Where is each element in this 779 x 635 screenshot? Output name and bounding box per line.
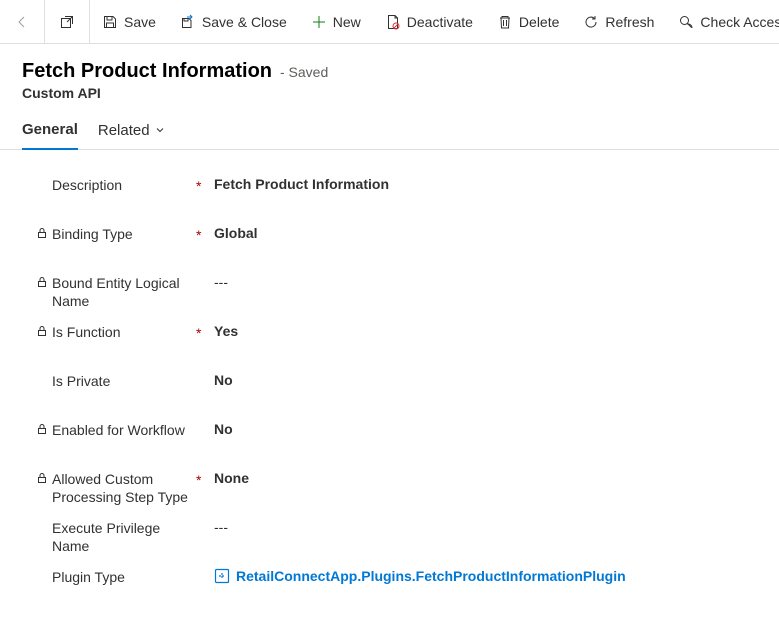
save-close-icon (180, 14, 196, 30)
field-is-function: Is Function * Yes (34, 319, 757, 368)
lock-icon (36, 423, 48, 435)
lookup-entity-icon (214, 568, 230, 584)
field-label: Enabled for Workflow (50, 421, 194, 439)
field-label: Description (50, 176, 194, 194)
field-value[interactable]: --- (214, 272, 757, 290)
save-status: - Saved (280, 64, 328, 80)
delete-icon (497, 14, 513, 30)
check-access-icon (678, 14, 694, 30)
save-close-button[interactable]: Save & Close (168, 0, 299, 43)
tab-related-label: Related (98, 122, 150, 139)
tab-general-label: General (22, 121, 78, 138)
lock-icon (36, 227, 48, 239)
lock-icon (36, 472, 48, 484)
back-button[interactable] (0, 0, 45, 43)
lock-icon (36, 276, 48, 288)
new-label: New (333, 14, 361, 30)
delete-button[interactable]: Delete (485, 0, 571, 43)
save-close-label: Save & Close (202, 14, 287, 30)
field-label: Is Function (50, 323, 194, 341)
field-description: Description * Fetch Product Information (34, 172, 757, 221)
plugin-lookup-link[interactable]: RetailConnectApp.Plugins.FetchProductInf… (214, 568, 757, 584)
save-icon (102, 14, 118, 30)
page-title: Fetch Product Information (22, 60, 272, 83)
check-access-label: Check Access (700, 14, 779, 30)
plugin-lookup-value: RetailConnectApp.Plugins.FetchProductInf… (236, 568, 626, 584)
field-label: Allowed Custom Processing Step Type (50, 470, 194, 506)
lock-icon (36, 325, 48, 337)
save-label: Save (124, 14, 156, 30)
save-button[interactable]: Save (90, 0, 168, 43)
refresh-label: Refresh (605, 14, 654, 30)
popout-icon (59, 14, 75, 30)
field-exec-privilege: Execute Privilege Name --- (34, 515, 757, 564)
field-value[interactable]: Fetch Product Information (214, 174, 757, 192)
form-body: Description * Fetch Product Information … (0, 150, 779, 613)
new-button[interactable]: New (299, 0, 373, 43)
refresh-icon (583, 14, 599, 30)
field-label: Is Private (50, 372, 194, 390)
field-allowed-step: Allowed Custom Processing Step Type * No… (34, 466, 757, 515)
field-enabled-workflow: Enabled for Workflow No (34, 417, 757, 466)
field-value[interactable]: Global (214, 223, 757, 241)
tab-general[interactable]: General (22, 121, 78, 150)
refresh-button[interactable]: Refresh (571, 0, 666, 43)
command-bar: Save Save & Close New Deactivate Delete … (0, 0, 779, 44)
field-value[interactable]: --- (214, 517, 757, 535)
popout-button[interactable] (45, 0, 90, 43)
field-label: Execute Privilege Name (50, 519, 194, 555)
delete-label: Delete (519, 14, 559, 30)
chevron-down-icon (154, 124, 166, 136)
field-bound-entity: Bound Entity Logical Name --- (34, 270, 757, 319)
plus-icon (311, 14, 327, 30)
tab-related[interactable]: Related (98, 121, 166, 149)
required-indicator: * (194, 176, 206, 194)
field-label: Plugin Type (50, 568, 194, 586)
field-plugin-type: Plugin Type RetailConnectApp.Plugins.Fet… (34, 564, 757, 613)
required-indicator: * (194, 323, 206, 341)
deactivate-button[interactable]: Deactivate (373, 0, 485, 43)
required-indicator: * (194, 225, 206, 243)
field-value[interactable]: None (214, 468, 757, 486)
field-binding-type: Binding Type * Global (34, 221, 757, 270)
deactivate-icon (385, 14, 401, 30)
arrow-left-icon (14, 14, 30, 30)
form-tabs: General Related (0, 107, 779, 150)
field-label: Bound Entity Logical Name (50, 274, 194, 310)
entity-subtitle: Custom API (22, 85, 757, 101)
field-is-private: Is Private No (34, 368, 757, 417)
field-value[interactable]: Yes (214, 321, 757, 339)
field-value[interactable]: No (214, 419, 757, 437)
record-header: Fetch Product Information - Saved Custom… (0, 44, 779, 107)
deactivate-label: Deactivate (407, 14, 473, 30)
check-access-button[interactable]: Check Access (666, 0, 779, 43)
required-indicator: * (194, 470, 206, 488)
field-label: Binding Type (50, 225, 194, 243)
field-value[interactable]: No (214, 370, 757, 388)
